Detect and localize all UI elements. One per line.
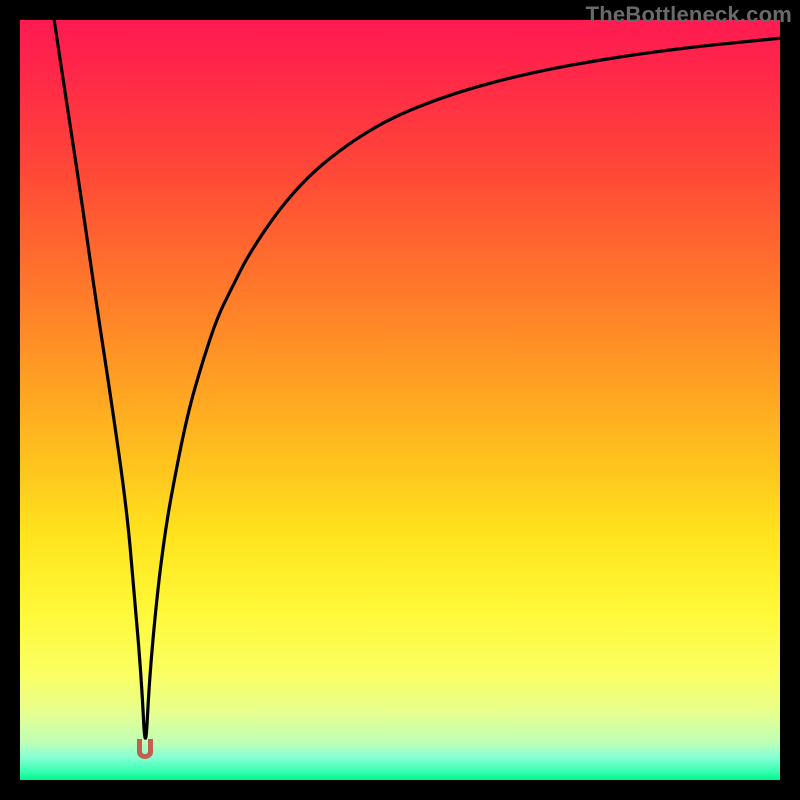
- u-shape-icon: [137, 739, 153, 759]
- watermark-text: TheBottleneck.com: [586, 2, 792, 28]
- plot-area: [20, 20, 780, 780]
- curve-layer: [20, 20, 780, 780]
- chart-frame: TheBottleneck.com: [0, 0, 800, 800]
- minimum-marker: [134, 737, 156, 761]
- bottleneck-curve: [54, 20, 780, 738]
